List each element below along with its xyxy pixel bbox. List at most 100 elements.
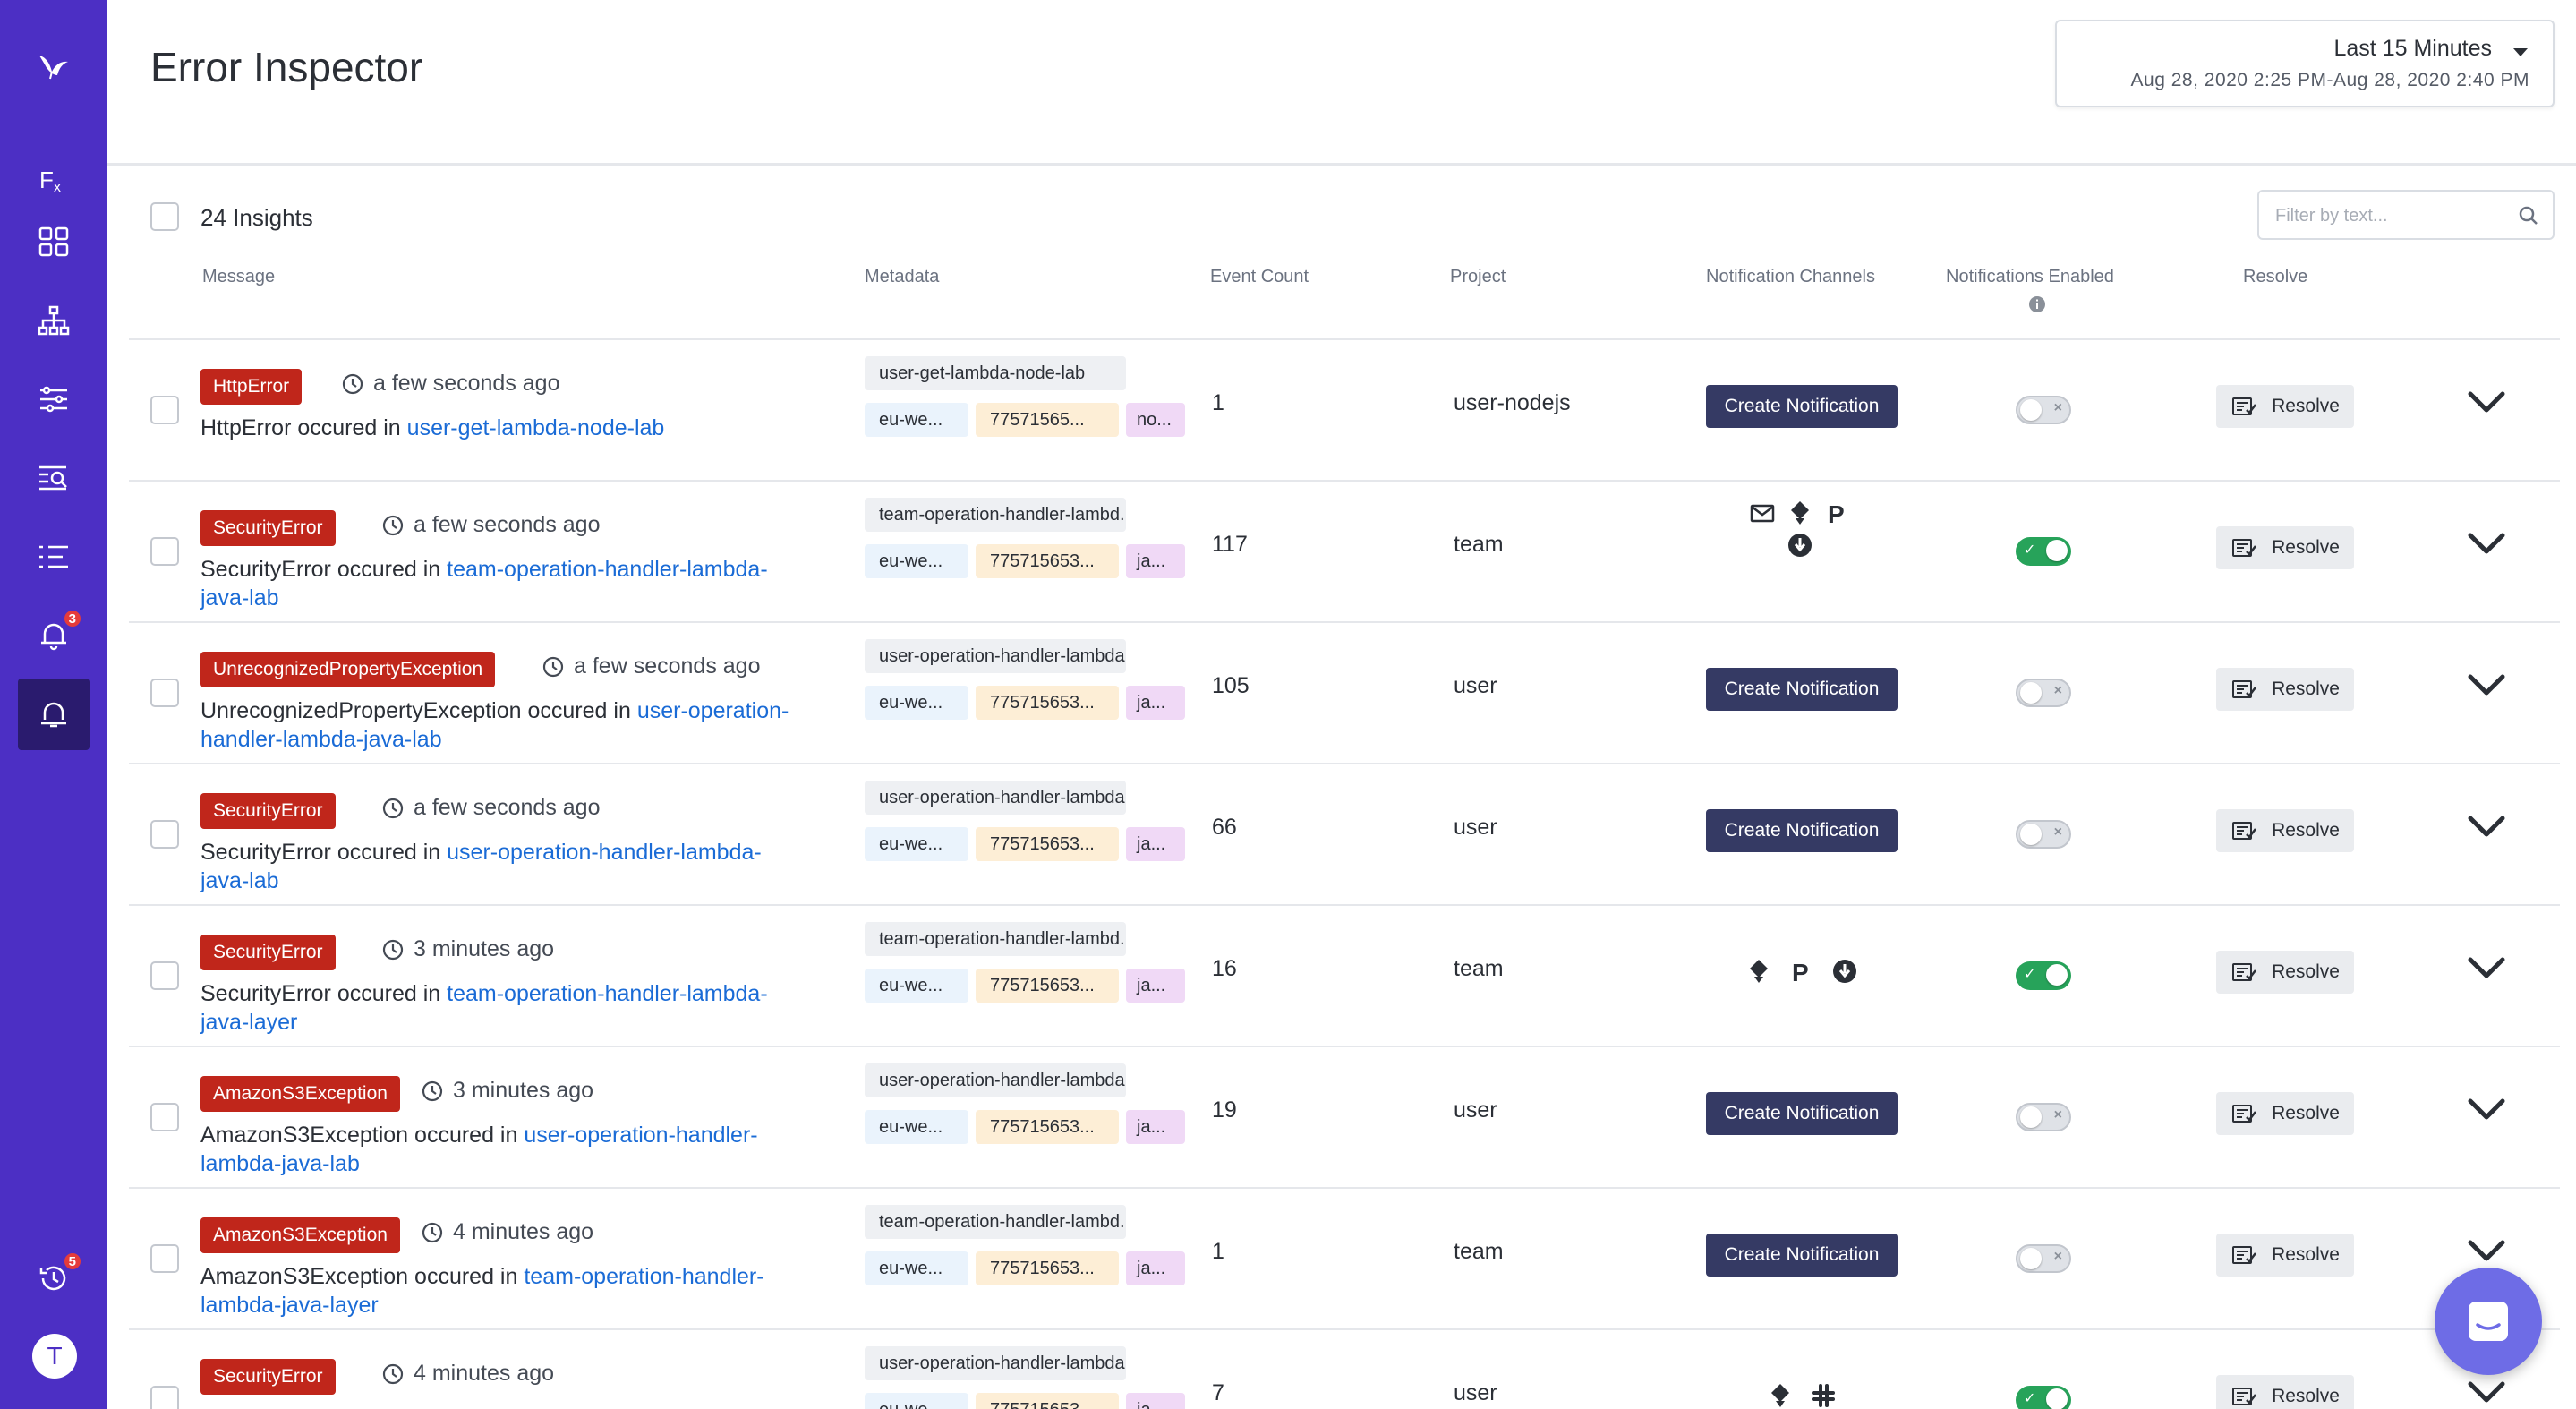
- opsgenie-icon[interactable]: [1830, 956, 1860, 986]
- table-row[interactable]: AmazonS3Exception 4 minutes ago AmazonS3Ex…: [0, 1189, 2576, 1328]
- table-row[interactable]: SecurityError 4 minutes ago SecurityError …: [0, 1330, 2576, 1409]
- notifications-toggle[interactable]: ×: [2016, 1103, 2071, 1131]
- time-ago: 4 minutes ago: [421, 1219, 593, 1245]
- grid-icon[interactable]: [18, 206, 90, 278]
- function-link[interactable]: user-operation-handler-lambda-: [447, 1405, 762, 1409]
- resolve-icon: [2232, 539, 2257, 557]
- resolve-icon: [2232, 963, 2257, 981]
- notifications-toggle[interactable]: ×: [2016, 820, 2071, 849]
- clock-icon: [382, 515, 404, 535]
- notifications-toggle[interactable]: ×: [2016, 1244, 2071, 1273]
- error-message: SecurityError occured in team-operation-…: [200, 979, 827, 1037]
- pushover-icon[interactable]: P: [1787, 956, 1817, 986]
- function-link[interactable]: user-operation-handler-: [524, 1123, 757, 1148]
- resolve-label: Resolve: [2272, 1103, 2340, 1123]
- notifications-toggle[interactable]: ✓: [2016, 1386, 2071, 1409]
- create-notification-button[interactable]: Create Notification: [1706, 1234, 1898, 1277]
- function-link[interactable]: team-operation-handler-lambda-: [447, 981, 768, 1006]
- time-ago: a few seconds ago: [542, 653, 760, 679]
- mail-icon[interactable]: [1747, 498, 1778, 528]
- row-checkbox[interactable]: [150, 820, 179, 849]
- resolve-button[interactable]: Resolve: [2216, 1234, 2354, 1277]
- resolve-button[interactable]: Resolve: [2216, 1092, 2354, 1135]
- error-name: AmazonS3Exception: [200, 1264, 409, 1289]
- notifications-toggle[interactable]: ×: [2016, 679, 2071, 707]
- pagerduty-icon[interactable]: [1785, 498, 1815, 528]
- occured-in-text: occured in: [337, 981, 441, 1006]
- notifications-toggle[interactable]: ×: [2016, 396, 2071, 424]
- opsgenie-icon[interactable]: [1785, 530, 1815, 560]
- table-row[interactable]: SecurityError a few seconds ago SecurityEr…: [0, 764, 2576, 904]
- search-icon[interactable]: [2517, 204, 2540, 227]
- chevron-down-icon[interactable]: [2467, 530, 2506, 557]
- table-row[interactable]: HttpError a few seconds ago HttpError occu…: [0, 340, 2576, 480]
- chevron-down-icon[interactable]: [2467, 1379, 2506, 1405]
- function-link-cont[interactable]: java-lab: [200, 868, 279, 893]
- create-notification-button[interactable]: Create Notification: [1706, 809, 1898, 852]
- chevron-down-icon[interactable]: [2467, 389, 2506, 415]
- chevron-down-icon[interactable]: [2467, 954, 2506, 981]
- function-name-tag: team-operation-handler-lambd...: [865, 1205, 1126, 1239]
- filter-input[interactable]: [2275, 202, 2517, 229]
- time-ago: a few seconds ago: [381, 512, 600, 538]
- x-icon: ×: [2053, 1107, 2062, 1123]
- error-message: AmazonS3Exception occured in team-operat…: [200, 1262, 827, 1319]
- col-header-project: Project: [1450, 267, 1506, 286]
- logo-icon[interactable]: [18, 29, 90, 100]
- region-tag: eu-we...: [865, 1110, 968, 1144]
- chevron-down-icon[interactable]: [2467, 813, 2506, 840]
- function-name-tag: user-operation-handler-lambda...: [865, 1346, 1126, 1380]
- time-ago-text: 4 minutes ago: [453, 1219, 594, 1244]
- pagerduty-icon[interactable]: [1744, 956, 1774, 986]
- resolve-button[interactable]: Resolve: [2216, 809, 2354, 852]
- info-icon[interactable]: [2028, 295, 2046, 313]
- notifications-toggle[interactable]: ✓: [2016, 537, 2071, 566]
- runtime-tag: no...: [1126, 403, 1185, 437]
- resolve-button[interactable]: Resolve: [2216, 526, 2354, 569]
- pagerduty-icon[interactable]: [1765, 1380, 1796, 1409]
- function-link[interactable]: user-operation-: [637, 698, 789, 723]
- create-notification-button[interactable]: Create Notification: [1706, 1092, 1898, 1135]
- slack-icon[interactable]: [1808, 1380, 1838, 1409]
- row-checkbox[interactable]: [150, 961, 179, 990]
- time-range-picker[interactable]: Last 15 Minutes Aug 28, 2020 2:25 PM-Aug…: [2055, 20, 2555, 107]
- function-link[interactable]: team-operation-handler-: [524, 1264, 763, 1289]
- table-row[interactable]: UnrecognizedPropertyException a few secon…: [0, 623, 2576, 763]
- function-link[interactable]: user-operation-handler-lambda-: [447, 840, 762, 865]
- row-checkbox[interactable]: [150, 1103, 179, 1131]
- row-checkbox[interactable]: [150, 1386, 179, 1409]
- event-count: 19: [1212, 1097, 1237, 1123]
- row-checkbox[interactable]: [150, 396, 179, 424]
- row-checkbox[interactable]: [150, 537, 179, 566]
- resolve-button[interactable]: Resolve: [2216, 385, 2354, 428]
- function-link-cont[interactable]: java-layer: [200, 1010, 297, 1035]
- chevron-down-icon[interactable]: [2467, 1237, 2506, 1264]
- function-link-cont[interactable]: lambda-java-layer: [200, 1293, 379, 1318]
- resolve-button[interactable]: Resolve: [2216, 951, 2354, 994]
- function-icon[interactable]: Fx: [18, 143, 90, 215]
- table-row[interactable]: AmazonS3Exception 3 minutes ago AmazonS3Ex…: [0, 1047, 2576, 1187]
- table-row[interactable]: SecurityError a few seconds ago SecurityEr…: [0, 482, 2576, 621]
- select-all-checkbox[interactable]: [150, 202, 179, 231]
- function-link-cont[interactable]: lambda-java-lab: [200, 1151, 360, 1176]
- create-notification-button[interactable]: Create Notification: [1706, 385, 1898, 428]
- function-link-cont[interactable]: java-lab: [200, 585, 279, 611]
- notifications-toggle[interactable]: ✓: [2016, 961, 2071, 990]
- chevron-down-icon[interactable]: [2467, 671, 2506, 698]
- chat-launcher-button[interactable]: [2435, 1268, 2542, 1375]
- table-row[interactable]: SecurityError 3 minutes ago SecurityError …: [0, 906, 2576, 1046]
- pushover-icon[interactable]: P: [1822, 498, 1853, 528]
- function-link-cont[interactable]: handler-lambda-java-lab: [200, 727, 442, 752]
- function-link[interactable]: user-get-lambda-node-lab: [407, 415, 665, 440]
- row-checkbox[interactable]: [150, 1244, 179, 1273]
- resolve-button[interactable]: Resolve: [2216, 1375, 2354, 1409]
- resolve-button[interactable]: Resolve: [2216, 668, 2354, 711]
- row-checkbox[interactable]: [150, 679, 179, 707]
- runtime-tag: ja...: [1126, 1110, 1185, 1144]
- occured-in-text: occured in: [414, 1123, 518, 1148]
- create-notification-button[interactable]: Create Notification: [1706, 668, 1898, 711]
- function-link[interactable]: team-operation-handler-lambda-: [447, 557, 768, 582]
- runtime-tag: ja...: [1126, 544, 1185, 578]
- function-name-tag: user-operation-handler-lambda...: [865, 1063, 1126, 1097]
- chevron-down-icon[interactable]: [2467, 1096, 2506, 1123]
